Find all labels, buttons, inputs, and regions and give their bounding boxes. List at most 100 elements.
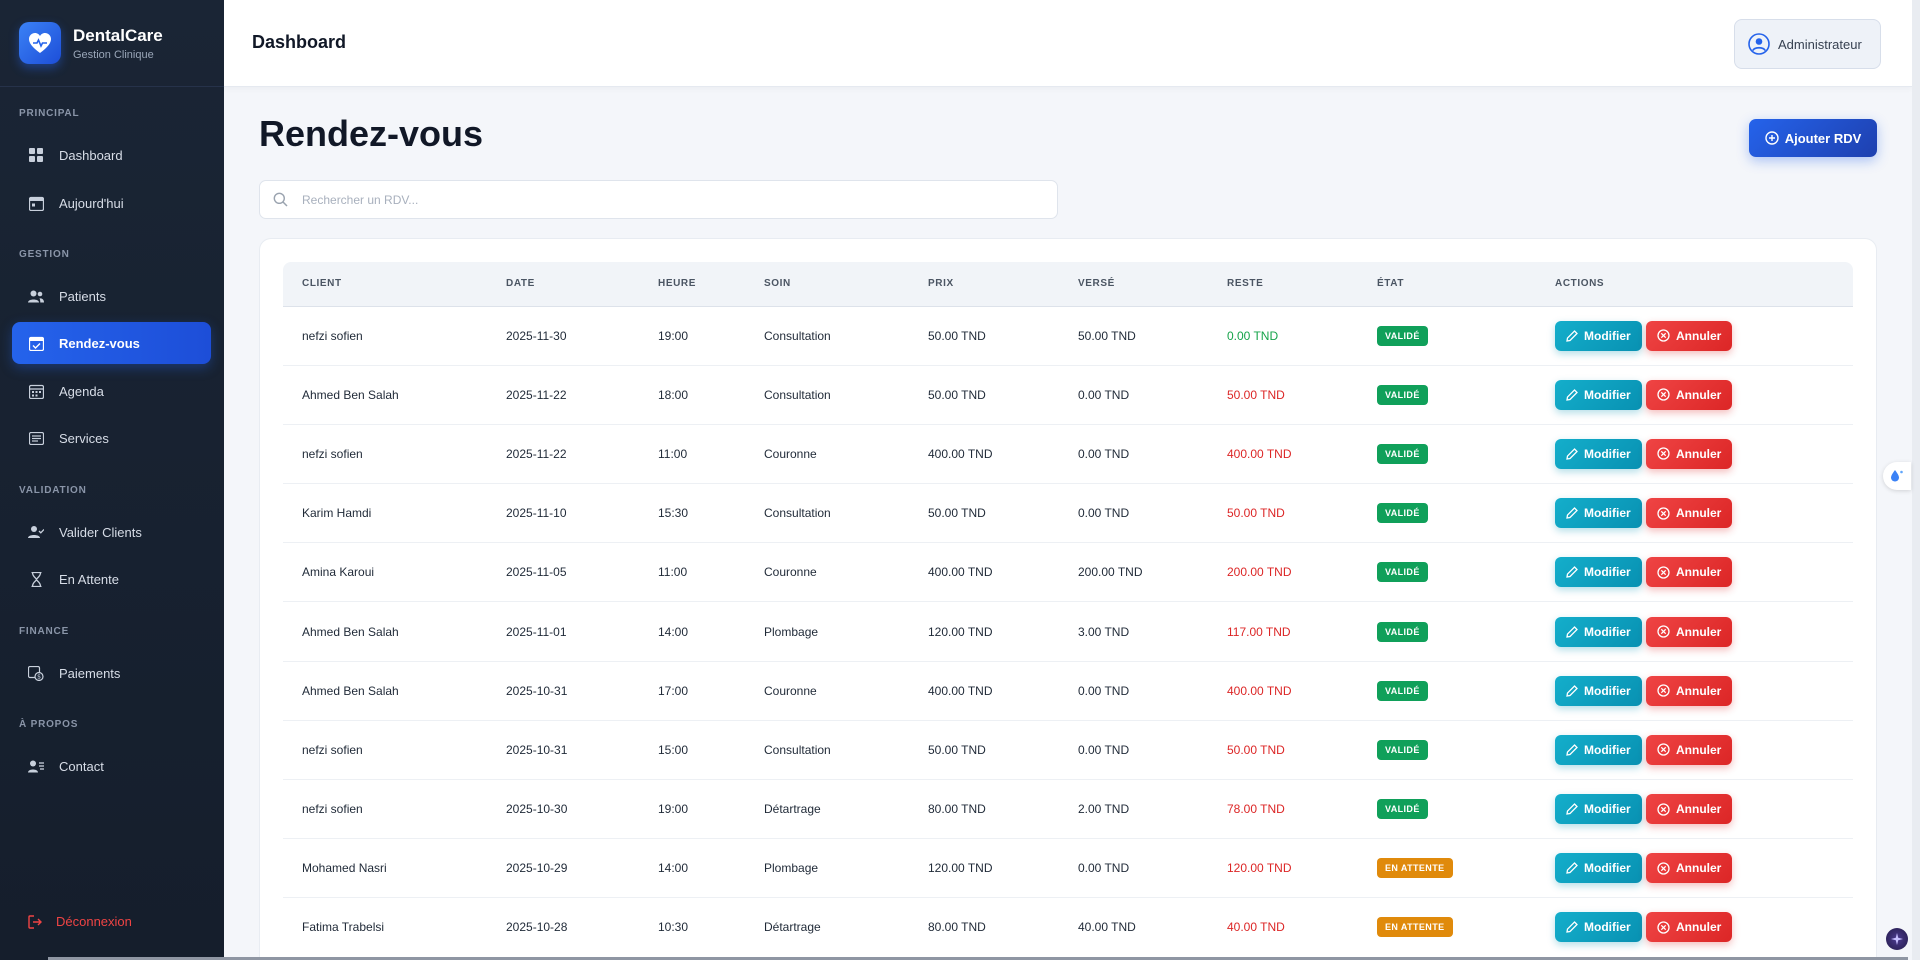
edit-button[interactable]: Modifier: [1555, 853, 1642, 884]
cell-soin: Consultation: [745, 365, 909, 425]
cancel-button[interactable]: Annuler: [1646, 438, 1733, 469]
cancel-button[interactable]: Annuler: [1646, 616, 1733, 647]
cell-verse: 40.00 TND: [1059, 897, 1208, 958]
pencil-icon: [1566, 921, 1578, 934]
edit-button[interactable]: Modifier: [1555, 912, 1642, 943]
sidebar-item-rendez-vous[interactable]: Rendez-vous: [12, 322, 211, 364]
sidebar-item-valider-clients[interactable]: Valider Clients: [12, 511, 211, 553]
cell-reste: 40.00 TND: [1208, 897, 1358, 958]
cancel-button[interactable]: Annuler: [1646, 734, 1733, 765]
cancel-button[interactable]: Annuler: [1646, 794, 1733, 825]
cell-etat: VALIDÉ: [1358, 720, 1536, 781]
edit-button[interactable]: Modifier: [1555, 498, 1642, 529]
cell-reste: 400.00 TND: [1208, 424, 1358, 485]
table-row[interactable]: nefzi sofien 2025-11-30 19:00 Consultation 5…: [283, 306, 1853, 366]
edit-button[interactable]: Modifier: [1555, 675, 1642, 706]
payment-icon: $: [28, 665, 44, 681]
cell-date: 2025-10-28: [487, 897, 639, 958]
table-row[interactable]: Ahmed Ben Salah 2025-11-22 18:00 Consultati…: [283, 365, 1853, 425]
x-circle-icon: [1657, 388, 1670, 401]
column-header-heure[interactable]: HEURE: [639, 262, 745, 307]
cancel-button[interactable]: Annuler: [1646, 498, 1733, 529]
cell-client: Mohamed Nasri: [283, 838, 487, 899]
x-circle-icon: [1657, 684, 1670, 697]
edit-button[interactable]: Modifier: [1555, 379, 1642, 410]
appointments-table: CLIENT DATE HEURE SOIN PRIX VERSÉ RESTE …: [283, 262, 1853, 958]
cell-etat: VALIDÉ: [1358, 542, 1536, 603]
cell-verse: 200.00 TND: [1059, 542, 1208, 603]
column-header-prix[interactable]: PRIX: [909, 262, 1059, 307]
add-appointment-button[interactable]: Ajouter RDV: [1749, 119, 1877, 157]
cancel-button[interactable]: Annuler: [1646, 557, 1733, 588]
floating-assistant-icon[interactable]: [1883, 462, 1911, 490]
table-row[interactable]: Karim Hamdi 2025-11-10 15:30 Consultation 50…: [283, 483, 1853, 544]
sidebar-item-services[interactable]: Services: [12, 417, 211, 459]
logout-label: Déconnexion: [56, 914, 132, 929]
x-circle-icon: [1657, 743, 1670, 757]
table-row[interactable]: nefzi sofien 2025-10-31 15:00 Consultation 5…: [283, 720, 1853, 781]
cell-prix: 50.00 TND: [909, 720, 1059, 781]
sidebar-item-paiements[interactable]: $ Paiements: [12, 652, 211, 694]
edit-button[interactable]: Modifier: [1555, 794, 1642, 825]
page-title: Rendez-vous: [259, 113, 484, 154]
cell-client: Ahmed Ben Salah: [283, 661, 487, 721]
cell-etat: VALIDÉ: [1358, 483, 1536, 544]
edit-button[interactable]: Modifier: [1555, 616, 1642, 647]
edit-label: Modifier: [1584, 861, 1631, 876]
sidebar-item-agenda[interactable]: Agenda: [12, 370, 211, 412]
table-row[interactable]: Ahmed Ben Salah 2025-10-31 17:00 Couronne 40…: [283, 661, 1853, 721]
user-menu-button[interactable]: Administrateur: [1734, 19, 1881, 69]
search-input[interactable]: [302, 192, 1042, 207]
table-row[interactable]: nefzi sofien 2025-11-22 11:00 Couronne 400.0…: [283, 424, 1853, 485]
cell-reste: 78.00 TND: [1208, 779, 1358, 840]
table-body: nefzi sofien 2025-11-30 19:00 Consultation 5…: [283, 306, 1853, 958]
cell-etat: EN ATTENTE: [1358, 897, 1536, 958]
edit-label: Modifier: [1584, 624, 1631, 639]
pencil-icon: [1566, 743, 1578, 756]
page-scrollbar[interactable]: [1912, 0, 1920, 960]
cell-actions: Modifier Annuler: [1536, 838, 1853, 899]
x-circle-icon: [1657, 447, 1670, 461]
column-header-reste[interactable]: RESTE: [1208, 262, 1358, 307]
status-badge: VALIDÉ: [1377, 739, 1428, 760]
pencil-icon: [1566, 803, 1578, 815]
table-row[interactable]: Fatima Trabelsi 2025-10-28 10:30 Détartrage…: [283, 897, 1853, 958]
add-appointment-label: Ajouter RDV: [1784, 130, 1862, 146]
pencil-icon: [1566, 329, 1578, 342]
cell-client: Karim Hamdi: [283, 483, 487, 544]
edit-button[interactable]: Modifier: [1555, 734, 1642, 765]
cell-actions: Modifier Annuler: [1536, 720, 1853, 781]
cancel-button[interactable]: Annuler: [1646, 379, 1733, 410]
status-badge: VALIDÉ: [1377, 503, 1428, 524]
column-header-date[interactable]: DATE: [487, 262, 639, 307]
cancel-button[interactable]: Annuler: [1646, 675, 1733, 706]
edit-label: Modifier: [1584, 920, 1631, 935]
sidebar-item-label: En Attente: [59, 571, 119, 587]
edit-label: Modifier: [1584, 802, 1631, 817]
sidebar-item-aujourdhui[interactable]: Aujourd'hui: [12, 182, 211, 224]
cancel-label: Annuler: [1676, 565, 1722, 580]
table-row[interactable]: Amina Karoui 2025-11-05 11:00 Couronne 400.0…: [283, 542, 1853, 603]
cell-date: 2025-10-31: [487, 661, 639, 721]
edit-button[interactable]: Modifier: [1555, 438, 1642, 469]
edit-button[interactable]: Modifier: [1555, 320, 1642, 351]
sidebar-item-label: Rendez-vous: [59, 335, 140, 351]
column-header-soin[interactable]: SOIN: [745, 262, 909, 307]
logout-button[interactable]: Déconnexion: [28, 914, 132, 929]
sidebar-item-patients[interactable]: Patients: [12, 275, 211, 317]
cancel-button[interactable]: Annuler: [1646, 853, 1733, 884]
column-header-client[interactable]: CLIENT: [283, 262, 487, 307]
column-header-etat[interactable]: ÉTAT: [1358, 262, 1536, 307]
sidebar-item-en-attente[interactable]: En Attente: [12, 558, 211, 600]
table-row[interactable]: Ahmed Ben Salah 2025-11-01 14:00 Plombage 12…: [283, 601, 1853, 662]
sidebar-item-contact[interactable]: Contact: [12, 745, 211, 787]
table-row[interactable]: nefzi sofien 2025-10-30 19:00 Détartrage 80.…: [283, 779, 1853, 840]
table-row[interactable]: Mohamed Nasri 2025-10-29 14:00 Plombage 120.…: [283, 838, 1853, 899]
sparkle-icon[interactable]: [1886, 928, 1908, 950]
sidebar-item-dashboard[interactable]: Dashboard: [12, 134, 211, 176]
column-header-verse[interactable]: VERSÉ: [1059, 262, 1208, 307]
edit-button[interactable]: Modifier: [1555, 557, 1642, 588]
cancel-button[interactable]: Annuler: [1646, 912, 1733, 943]
brand[interactable]: DentalCare Gestion Clinique: [0, 0, 224, 87]
cancel-button[interactable]: Annuler: [1646, 320, 1733, 351]
